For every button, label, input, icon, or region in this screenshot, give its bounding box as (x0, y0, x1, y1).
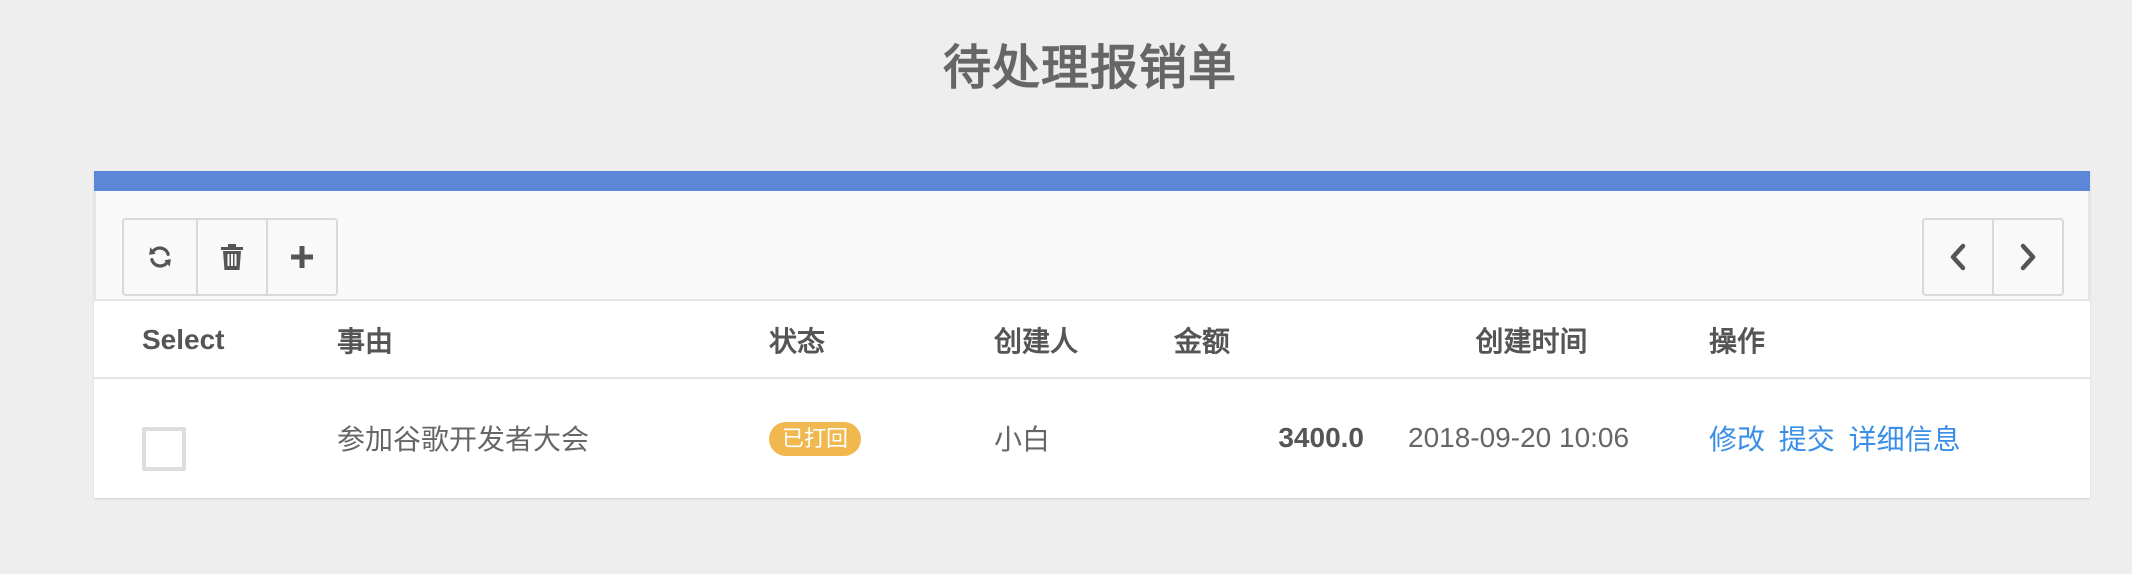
header-reason[interactable]: 事由 (337, 302, 769, 379)
toolbar (94, 191, 2090, 301)
expense-table: Select 事由 状态 创建人 金额 创建时间 操作 参加谷歌开发者大会 已打… (94, 302, 2090, 497)
actions-cell: 修改 提交 详细信息 (1709, 378, 2090, 497)
header-actions[interactable]: 操作 (1709, 302, 2090, 379)
trash-icon (221, 244, 243, 270)
table-panel: Select 事由 状态 创建人 金额 创建时间 操作 参加谷歌开发者大会 已打… (94, 171, 2090, 498)
header-select[interactable]: Select (94, 302, 337, 379)
page-title: 待处理报销单 (942, 42, 1237, 95)
refresh-button[interactable] (122, 218, 198, 296)
toolbar-left-group (122, 218, 338, 296)
previous-page-button[interactable] (1922, 218, 1994, 296)
toolbar-pagination-group (1922, 218, 2064, 296)
panel-accent-bar (94, 171, 2090, 191)
table-row: 参加谷歌开发者大会 已打回 小白 3400.0 2018-09-20 10:06… (94, 378, 2090, 497)
table-header-row: Select 事由 状态 创建人 金额 创建时间 操作 (94, 302, 2090, 379)
status-badge: 已打回 (769, 421, 862, 456)
header-created-time[interactable]: 创建时间 (1354, 302, 1709, 379)
header-amount[interactable]: 金额 (1174, 302, 1354, 379)
header-creator[interactable]: 创建人 (994, 302, 1174, 379)
amount-cell: 3400.0 (1174, 378, 1364, 497)
select-cell (94, 378, 337, 497)
add-button[interactable] (266, 218, 338, 296)
amount-value: 3400.0 (1278, 422, 1364, 453)
submit-link[interactable]: 提交 (1779, 424, 1835, 455)
status-cell: 已打回 (769, 378, 994, 497)
chevron-left-icon (1950, 243, 1966, 271)
created-time-cell: 2018-09-20 10:06 (1408, 422, 1630, 453)
creator-cell: 小白 (994, 424, 1051, 455)
row-checkbox[interactable] (142, 426, 186, 471)
details-link[interactable]: 详细信息 (1849, 424, 1961, 455)
reason-cell: 参加谷歌开发者大会 (337, 424, 590, 455)
plus-icon (291, 246, 313, 268)
header-status[interactable]: 状态 (769, 302, 994, 379)
delete-button[interactable] (196, 218, 268, 296)
refresh-icon (149, 246, 171, 268)
next-page-button[interactable] (1992, 218, 2064, 296)
edit-link[interactable]: 修改 (1709, 424, 1765, 455)
chevron-right-icon (2020, 243, 2036, 271)
